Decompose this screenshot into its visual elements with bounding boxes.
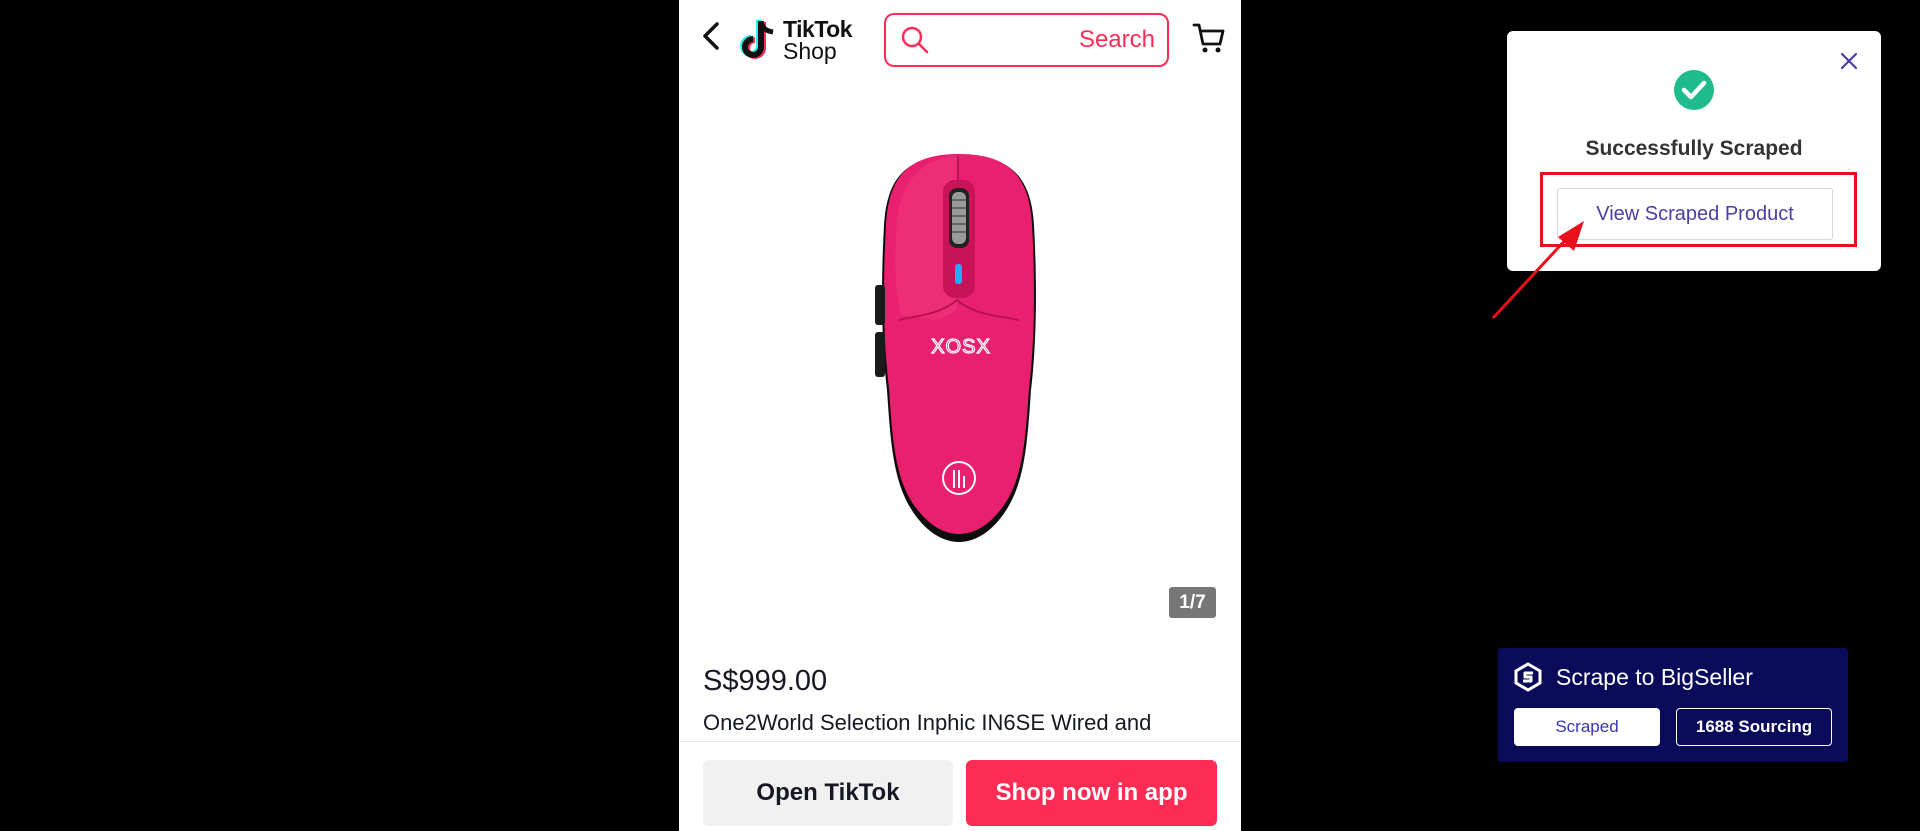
tiktok-shop-page: TikTok Shop Search XOSX 1/7 S$999.00 One… (679, 0, 1241, 831)
popup-title: Successfully Scraped (1585, 137, 1803, 160)
search-icon (901, 26, 929, 54)
success-check-icon (1674, 70, 1714, 110)
image-counter: 1/7 (1169, 587, 1216, 618)
close-icon (1840, 52, 1858, 70)
bigseller-title: Scrape to BigSeller (1556, 663, 1753, 690)
search-label: Search (1078, 26, 1155, 53)
tiktok-note-icon (740, 20, 774, 59)
open-tiktok-button[interactable]: Open TikTok (703, 760, 953, 826)
mouse-brand-mark: XOSX (931, 336, 991, 358)
search-box[interactable]: Search (884, 13, 1169, 67)
shop-now-button[interactable]: Shop now in app (966, 760, 1217, 826)
product-price: S$999.00 (703, 665, 828, 697)
logo-line2: Shop (783, 37, 837, 64)
cart-icon (1192, 23, 1225, 53)
cart-button[interactable] (1189, 18, 1229, 58)
back-button[interactable] (695, 18, 727, 54)
product-image[interactable]: XOSX (839, 150, 1079, 570)
bigseller-logo-icon (1514, 662, 1542, 692)
bigseller-widget: Scrape to BigSeller Scraped 1688 Sourcin… (1498, 648, 1848, 762)
sourcing-1688-button[interactable]: 1688 Sourcing (1676, 708, 1832, 746)
bottom-action-bar: Open TikTok Shop now in app (679, 741, 1241, 831)
scraped-button[interactable]: Scraped (1514, 708, 1660, 746)
top-bar: TikTok Shop Search (679, 0, 1241, 80)
close-button[interactable] (1837, 49, 1861, 73)
annotation-arrow (1491, 221, 1584, 320)
tiktok-shop-logo[interactable]: TikTok Shop (739, 14, 853, 66)
chevron-left-icon (703, 22, 719, 50)
